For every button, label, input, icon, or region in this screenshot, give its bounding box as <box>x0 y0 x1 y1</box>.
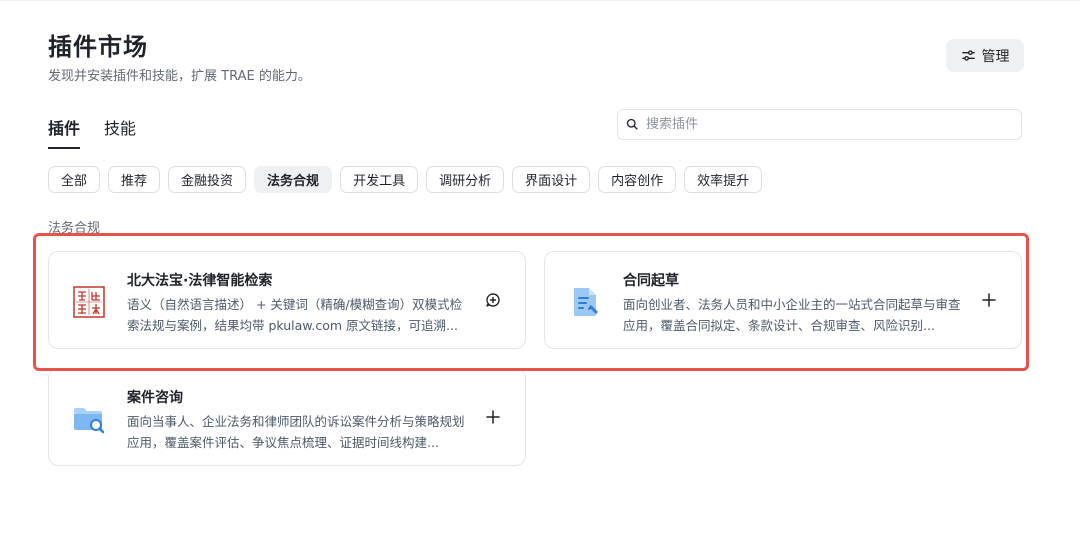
page-subtitle: 发现并安装插件和技能，扩展 TRAE 的能力。 <box>48 69 311 84</box>
plugin-name: 合同起草 <box>623 273 679 289</box>
plugin-card-pkulaw[interactable]: 北大法宝·法律智能检索 语义（自然语言描述） + 关键词（精确/模糊查询）双模式… <box>48 251 526 349</box>
filter-chip-ui-design[interactable]: 界面设计 <box>512 166 591 193</box>
plugin-description: 面向创业者、法务人员和中小企业主的一站式合同起草与审查应用，覆盖合同拟定、条款设… <box>623 297 961 333</box>
add-icon[interactable] <box>483 407 503 427</box>
folder-search-icon <box>71 401 107 437</box>
manage-button[interactable]: 管理 <box>946 39 1024 72</box>
category-filters: 全部 推荐 金融投资 法务合规 开发工具 调研分析 界面设计 内容创作 效率提升 <box>48 166 763 193</box>
contract-document-icon <box>567 284 603 320</box>
sliders-icon <box>961 48 976 63</box>
section-label: 法务合规 <box>48 221 101 236</box>
plugin-description: 语义（自然语言描述） + 关键词（精确/模糊查询）双模式检索法规与案例，结果均带… <box>127 297 463 333</box>
filter-chip-content[interactable]: 内容创作 <box>598 166 677 193</box>
installed-chat-icon[interactable] <box>483 290 503 310</box>
filter-chip-finance[interactable]: 金融投资 <box>168 166 247 193</box>
pkulaw-seal-icon <box>71 284 107 320</box>
plugin-description: 面向当事人、企业法务和律师团队的诉讼案件分析与策略规划应用，覆盖案件评估、争议焦… <box>127 414 465 450</box>
tab-skills[interactable]: 技能 <box>104 115 136 149</box>
page-title: 插件市场 <box>48 33 148 61</box>
plugin-card-contract-drafting[interactable]: 合同起草 面向创业者、法务人员和中小企业主的一站式合同起草与审查应用，覆盖合同拟… <box>544 251 1022 349</box>
plugin-name: 北大法宝·法律智能检索 <box>127 273 273 289</box>
plugin-market-page: 插件市场 发现并安装插件和技能，扩展 TRAE 的能力。 管理 插件 技能 全部… <box>0 0 1080 560</box>
filter-chip-recommended[interactable]: 推荐 <box>108 166 161 193</box>
filter-chip-legal[interactable]: 法务合规 <box>254 166 333 193</box>
add-icon[interactable] <box>979 290 999 310</box>
filter-chip-research[interactable]: 调研分析 <box>426 166 505 193</box>
tab-plugins[interactable]: 插件 <box>48 115 81 149</box>
tab-bar: 插件 技能 <box>48 115 136 149</box>
manage-button-label: 管理 <box>981 48 1010 65</box>
search-icon <box>626 115 638 134</box>
filter-chip-productivity[interactable]: 效率提升 <box>684 166 763 193</box>
plugin-card-case-consulting[interactable]: 案件咨询 面向当事人、企业法务和律师团队的诉讼案件分析与策略规划应用，覆盖案件评… <box>48 368 526 466</box>
plugin-name: 案件咨询 <box>127 390 183 406</box>
search-box[interactable] <box>617 109 1022 140</box>
filter-chip-dev-tools[interactable]: 开发工具 <box>340 166 419 193</box>
filter-chip-all[interactable]: 全部 <box>48 166 101 193</box>
search-input[interactable] <box>644 116 1008 133</box>
